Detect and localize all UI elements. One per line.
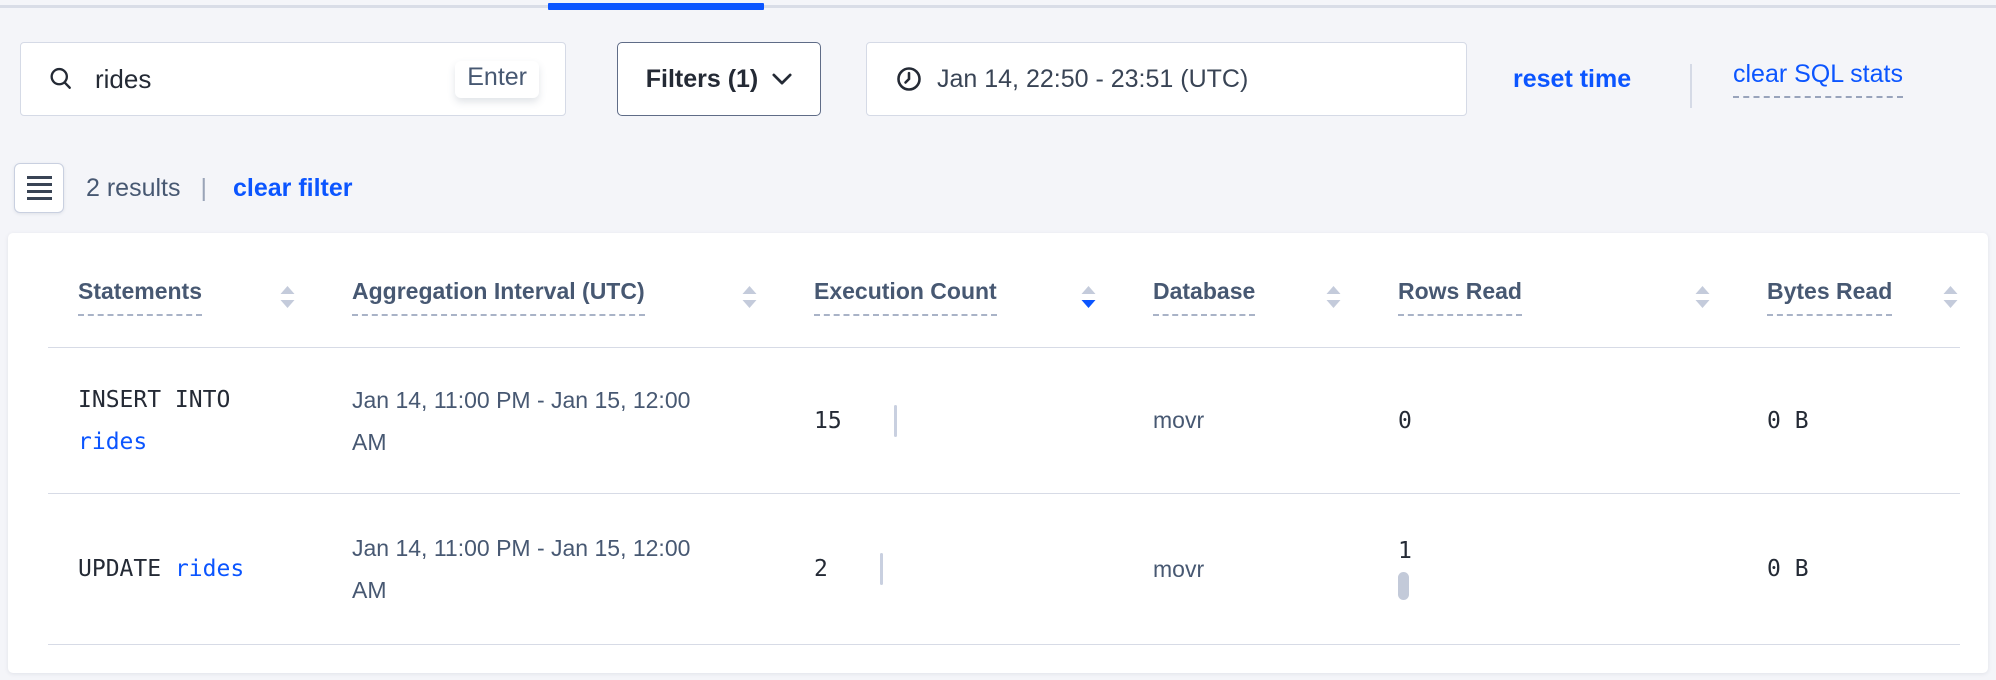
sort-arrows-icon [1694, 284, 1711, 310]
column-header-label: Rows Read [1398, 278, 1522, 316]
execution-count-cell: 2 [784, 553, 1123, 585]
clock-icon [895, 65, 923, 93]
clear-filter-link[interactable]: clear filter [233, 174, 353, 203]
interval-line: AM [352, 569, 784, 611]
toolbar-divider [1690, 64, 1692, 108]
time-range-label: Jan 14, 22:50 - 23:51 (UTC) [937, 65, 1248, 94]
statement-keyword: INSERT INTO [78, 379, 322, 421]
execution-count-bar [894, 405, 897, 437]
execution-count-bar [880, 553, 883, 585]
sort-arrows-icon [1942, 284, 1959, 310]
bytes-read-cell: 0 B [1737, 408, 1985, 434]
rows-read-cell: 0 [1368, 408, 1737, 434]
column-header-label: Database [1153, 278, 1255, 316]
column-header-label: Execution Count [814, 278, 997, 316]
menu-lines-icon [27, 176, 52, 200]
statement-table-link[interactable]: rides [175, 556, 244, 582]
statements-table-card: Statements Aggregation Interval (UTC) Ex… [8, 233, 1988, 673]
tab-bar-rule [0, 5, 1996, 8]
rows-read-cell: 1 [1368, 538, 1737, 600]
reset-time-link[interactable]: reset time [1513, 42, 1631, 116]
statement-keyword: UPDATE [78, 556, 161, 582]
rows-read-value: 0 [1398, 408, 1412, 434]
enter-key-hint: Enter [455, 61, 539, 98]
active-tab-underline [548, 3, 764, 10]
column-header-statements[interactable]: Statements [48, 233, 322, 347]
bytes-read-cell: 0 B [1737, 556, 1985, 582]
database-cell: movr [1123, 407, 1368, 434]
column-header-label: Statements [78, 278, 202, 316]
execution-count-value: 15 [814, 408, 842, 434]
table-row: UPDATE rides Jan 14, 11:00 PM - Jan 15, … [48, 494, 1988, 644]
aggregation-interval-cell: Jan 14, 11:00 PM - Jan 15, 12:00 AM [322, 527, 784, 611]
column-header-rows-read[interactable]: Rows Read [1368, 233, 1737, 347]
search-icon [47, 65, 75, 93]
column-header-label: Bytes Read [1767, 278, 1892, 316]
results-divider: | [200, 174, 207, 203]
sort-arrows-icon [741, 284, 758, 310]
execution-count-cell: 15 [784, 405, 1123, 437]
table-row: INSERT INTO rides Jan 14, 11:00 PM - Jan… [48, 348, 1988, 493]
sort-arrows-icon [279, 284, 296, 310]
interval-line: Jan 14, 11:00 PM - Jan 15, 12:00 [352, 379, 784, 421]
sort-arrows-icon [1080, 284, 1097, 310]
sort-arrows-icon [1325, 284, 1342, 310]
filters-button[interactable]: Filters (1) [617, 42, 821, 116]
sql-activity-statements-page: Enter Filters (1) Jan 14, 22:50 - 23:51 … [0, 0, 1996, 680]
column-selector-button[interactable] [14, 163, 64, 213]
statement-table-link[interactable]: rides [78, 421, 322, 463]
aggregation-interval-cell: Jan 14, 11:00 PM - Jan 15, 12:00 AM [322, 379, 784, 463]
time-range-picker[interactable]: Jan 14, 22:50 - 23:51 (UTC) [866, 42, 1467, 116]
execution-count-value: 2 [814, 556, 828, 582]
database-cell: movr [1123, 556, 1368, 583]
interval-line: AM [352, 421, 784, 463]
column-header-aggregation-interval[interactable]: Aggregation Interval (UTC) [322, 233, 784, 347]
clear-sql-stats-link[interactable]: clear SQL stats [1733, 42, 1903, 116]
statement-cell: INSERT INTO rides [48, 379, 322, 463]
column-header-database[interactable]: Database [1123, 233, 1368, 347]
rows-read-bar [1398, 572, 1409, 600]
statement-cell: UPDATE rides [48, 548, 322, 590]
results-bar: 2 results | clear filter [14, 163, 353, 213]
search-input[interactable] [93, 63, 455, 96]
column-header-label: Aggregation Interval (UTC) [352, 278, 645, 316]
results-count: 2 results [86, 174, 180, 203]
rows-read-value: 1 [1398, 538, 1737, 564]
search-box[interactable]: Enter [20, 42, 566, 116]
table-header-row: Statements Aggregation Interval (UTC) Ex… [48, 233, 1988, 347]
chevron-down-icon [772, 73, 792, 86]
column-header-execution-count[interactable]: Execution Count [784, 233, 1123, 347]
filters-button-label: Filters (1) [646, 65, 759, 94]
column-header-bytes-read[interactable]: Bytes Read [1737, 233, 1985, 347]
clear-sql-stats-label: clear SQL stats [1733, 60, 1903, 98]
bottom-separator [48, 644, 1960, 645]
interval-line: Jan 14, 11:00 PM - Jan 15, 12:00 [352, 527, 784, 569]
